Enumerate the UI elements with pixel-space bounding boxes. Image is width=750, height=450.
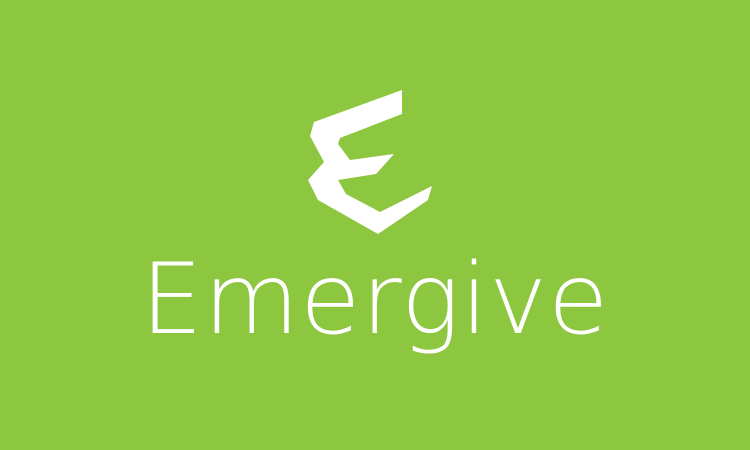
logo-e-shape <box>308 90 432 234</box>
brand-wordmark: Emergive <box>140 243 610 357</box>
stylized-e-icon <box>306 88 436 236</box>
brand-banner: Emergive <box>0 0 750 450</box>
logo-mark-graphic <box>308 90 432 234</box>
